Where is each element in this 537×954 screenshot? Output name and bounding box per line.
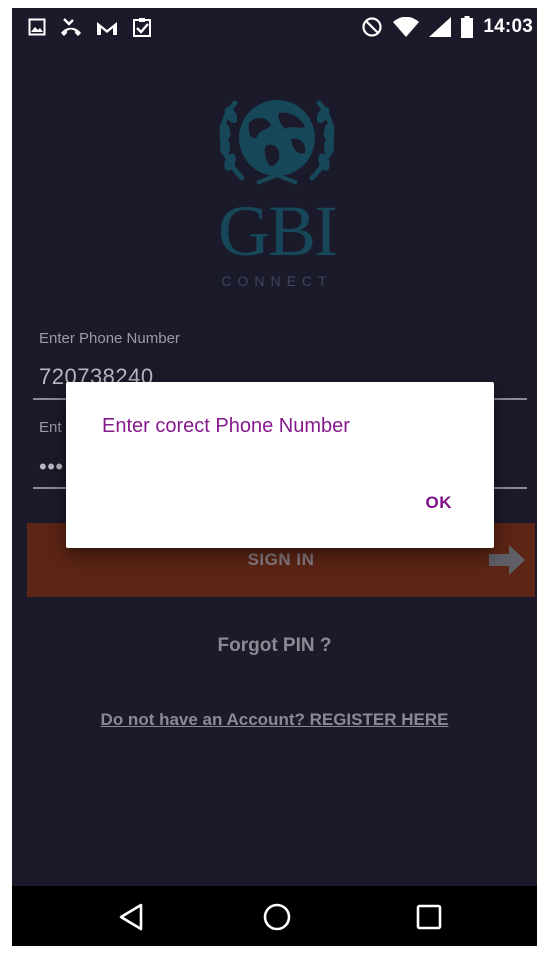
back-triangle-icon [119,903,143,931]
app-screen: 14:03 GBI CONNECT Enter Phone Number 720… [12,8,537,946]
alert-dialog: Enter corect Phone Number OK [66,382,494,548]
nav-back-button[interactable] [114,900,148,934]
home-circle-icon [263,903,291,931]
recents-square-icon [416,904,442,930]
dialog-ok-button[interactable]: OK [426,493,453,513]
nav-recents-button[interactable] [412,900,446,934]
nav-home-button[interactable] [260,900,294,934]
navigation-bar [12,886,537,946]
dialog-message: Enter corect Phone Number [102,415,350,437]
